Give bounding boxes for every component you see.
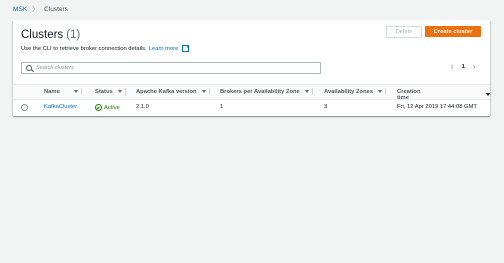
column-divider — [80, 87, 82, 95]
search-input[interactable] — [36, 65, 296, 71]
brokers-per-az-cell: 1 — [220, 104, 224, 110]
column-header-label: Availability Zones — [324, 88, 374, 95]
breadcrumb-separator: 〉 — [32, 6, 40, 13]
search-icon — [26, 65, 32, 71]
search-box[interactable] — [21, 62, 321, 74]
description: Use the CLI to retrieve broker connectio… — [21, 45, 190, 52]
breadcrumb-msk-link[interactable]: MSK — [13, 6, 27, 13]
sort-icon[interactable] — [304, 90, 309, 93]
check-circle-icon — [95, 104, 102, 111]
delete-button[interactable]: Delete — [386, 26, 422, 38]
row-select-radio[interactable] — [21, 104, 28, 111]
learn-more-link[interactable]: Learn more — [149, 46, 179, 52]
current-page[interactable]: 1 — [462, 64, 465, 70]
table-row[interactable]: KafkaCluster Active 2.1.0 1 3 Fri, 12 Ap… — [13, 99, 490, 116]
column-header-label: Brokers per Availability Zone — [220, 88, 300, 95]
external-link-icon[interactable] — [182, 45, 190, 52]
kafka-version-cell: 2.1.0 — [136, 104, 149, 110]
column-divider — [311, 87, 313, 95]
sort-icon[interactable] — [73, 90, 78, 93]
column-header-brokers[interactable]: Brokers per Availability Zone — [220, 87, 313, 95]
create-cluster-button[interactable]: Create cluster — [425, 26, 481, 37]
column-divider — [385, 87, 387, 95]
column-header-label: Apache Kafka version — [136, 88, 197, 95]
column-header-label: Name — [44, 88, 60, 95]
sort-icon[interactable] — [486, 93, 490, 96]
sort-icon[interactable] — [201, 90, 206, 93]
column-header-availability-zones[interactable]: Availability Zones — [324, 87, 387, 95]
page-title: Clusters (1) — [21, 29, 80, 41]
column-divider — [208, 87, 210, 95]
status-text: Active — [104, 104, 120, 111]
prev-page-button[interactable]: ‹ — [451, 63, 454, 71]
column-divider — [124, 87, 126, 95]
column-header-status[interactable]: Status — [95, 87, 126, 95]
status-cell: Active — [95, 104, 120, 111]
breadcrumb-current: Clusters — [44, 5, 68, 13]
cluster-count: (1) — [66, 29, 81, 41]
availability-zones-cell: 3 — [324, 104, 328, 110]
column-header-label: Status — [95, 88, 113, 95]
clusters-panel: Clusters (1) Use the CLI to retrieve brok… — [13, 20, 490, 116]
cluster-name-link[interactable]: KafkaCluster — [44, 104, 77, 110]
page-title-text: Clusters — [21, 29, 64, 41]
column-header-kafka-version[interactable]: Apache Kafka version — [136, 87, 210, 95]
sort-icon[interactable] — [117, 90, 122, 93]
sort-icon[interactable] — [378, 90, 383, 93]
breadcrumb: MSK 〉 Clusters — [13, 4, 68, 14]
description-text: Use the CLI to retrieve broker connectio… — [21, 45, 147, 52]
table-header: Name Status Apache Kafka version Brokers… — [13, 84, 490, 101]
column-header-name[interactable]: Name — [44, 87, 82, 95]
next-page-button[interactable]: › — [473, 63, 476, 71]
creation-time-cell: Fri, 12 Apr 2019 17:44:08 GMT — [397, 104, 477, 110]
pagination: ‹ 1 › — [451, 63, 476, 71]
